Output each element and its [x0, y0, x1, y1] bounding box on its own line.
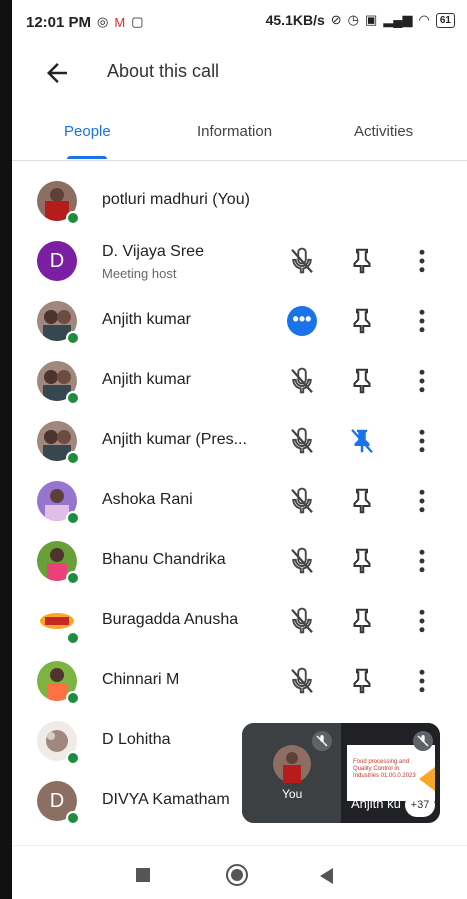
- participant-name: Chinnari M: [102, 671, 180, 688]
- wifi-icon: ◠: [418, 12, 430, 27]
- avatar: D: [37, 241, 77, 281]
- speaking-indicator-icon[interactable]: •••: [287, 306, 317, 336]
- avatar-initial: D: [49, 250, 65, 272]
- participant-row[interactable]: Anjith kumar •••: [12, 292, 467, 352]
- participant-name: DIVYA Kamatham: [102, 791, 230, 808]
- page-title: About this call: [107, 61, 220, 81]
- mic-off-icon[interactable]: [287, 666, 317, 696]
- participant-name: Bhanu Chandrika: [102, 551, 226, 568]
- participant-name: Buragadda Anusha: [102, 611, 239, 628]
- participant-row[interactable]: D D. Vijaya Sree Meeting host: [12, 232, 467, 292]
- system-back-button[interactable]: [320, 868, 333, 884]
- participant-name: potluri madhuri (You): [102, 191, 250, 208]
- online-indicator: [66, 691, 80, 705]
- pip-presentation-tile: Food processing and Quality Control in I…: [341, 723, 440, 823]
- mic-off-icon[interactable]: [287, 606, 317, 636]
- online-indicator: [66, 631, 80, 645]
- pip-self-tile: You: [242, 723, 341, 823]
- pip-you-label: You: [282, 787, 303, 801]
- pin-icon[interactable]: [347, 666, 377, 696]
- screen: 12:01 PM ◎ M ▢ 45.1KB/s ⊘ ◷ ▣ ▂▄▆ ◠ 61 A…: [12, 0, 467, 899]
- battery-icon: 61: [435, 12, 455, 28]
- mic-off-icon: [413, 731, 433, 751]
- more-options-icon[interactable]: [407, 426, 437, 456]
- participant-name: Anjith kumar (Pres...: [102, 431, 247, 448]
- active-tab-indicator: [67, 156, 107, 159]
- mute-status-icon: ⊘: [330, 12, 342, 27]
- pin-icon[interactable]: [347, 306, 377, 336]
- tab-activities[interactable]: Activities: [354, 123, 413, 140]
- camera-icon: ▢: [131, 14, 144, 29]
- pin-icon[interactable]: [347, 606, 377, 636]
- back-arrow-icon[interactable]: [42, 58, 72, 88]
- more-options-icon[interactable]: [407, 366, 437, 396]
- status-time: 12:01 PM: [26, 13, 92, 31]
- participant-row[interactable]: Chinnari M: [12, 652, 467, 712]
- participant-name: D Lohitha: [102, 731, 171, 748]
- tab-bar: People Information Activities: [12, 110, 467, 161]
- mic-off-icon[interactable]: [287, 366, 317, 396]
- tab-people[interactable]: People: [64, 123, 111, 140]
- participant-name: Anjith kumar: [102, 371, 191, 388]
- pin-icon[interactable]: [347, 546, 377, 576]
- more-options-icon[interactable]: [407, 306, 437, 336]
- signal-icon: ▂▄▆: [383, 12, 413, 27]
- online-indicator: [66, 451, 80, 465]
- volte-icon: ▣: [365, 12, 378, 27]
- participant-name: Anjith kumar: [102, 311, 191, 328]
- more-options-icon[interactable]: [407, 246, 437, 276]
- more-options-icon[interactable]: [407, 606, 437, 636]
- more-options-icon[interactable]: [407, 546, 437, 576]
- participant-name: Ashoka Rani: [102, 491, 193, 508]
- system-nav-bar: [12, 845, 467, 899]
- participant-row[interactable]: Anjith kumar (Pres...: [12, 412, 467, 472]
- online-indicator: [66, 811, 80, 825]
- mic-off-icon[interactable]: [287, 486, 317, 516]
- participant-row[interactable]: Ashoka Rani: [12, 472, 467, 532]
- online-indicator: [66, 331, 80, 345]
- home-button[interactable]: [226, 864, 248, 886]
- participant-row[interactable]: potluri madhuri (You): [12, 172, 467, 232]
- slide-text: Food processing and Quality Control in I…: [353, 759, 416, 779]
- recents-button[interactable]: [136, 868, 150, 882]
- online-indicator: [66, 571, 80, 585]
- online-indicator: [66, 391, 80, 405]
- more-options-icon[interactable]: [407, 666, 437, 696]
- participant-role: Meeting host: [102, 266, 177, 281]
- pin-icon[interactable]: [347, 486, 377, 516]
- status-bar: 12:01 PM ◎ M ▢ 45.1KB/s ⊘ ◷ ▣ ▂▄▆ ◠ 61: [12, 0, 467, 44]
- tab-information[interactable]: Information: [197, 123, 272, 140]
- network-speed: 45.1KB/s: [265, 12, 325, 28]
- pip-presenter-label: Anjith ku: [351, 796, 401, 811]
- pin-icon[interactable]: [347, 246, 377, 276]
- mic-off-icon[interactable]: [287, 546, 317, 576]
- mic-off-icon: [312, 731, 332, 751]
- online-indicator: [66, 211, 80, 225]
- slide-decoration: [419, 767, 435, 791]
- more-participants-badge: +37: [405, 793, 435, 817]
- online-indicator: [66, 751, 80, 765]
- more-options-icon[interactable]: [407, 486, 437, 516]
- pip-window[interactable]: You Food processing and Quality Control …: [242, 723, 440, 823]
- participant-name: D. Vijaya Sree: [102, 243, 204, 260]
- gmail-icon: M: [114, 14, 126, 30]
- mic-off-icon[interactable]: [287, 426, 317, 456]
- participant-row[interactable]: Buragadda Anusha: [12, 592, 467, 652]
- mic-off-icon[interactable]: [287, 246, 317, 276]
- whatsapp-icon: ◎: [97, 14, 109, 29]
- pinned-icon[interactable]: [347, 426, 377, 456]
- self-avatar: [273, 745, 311, 783]
- pin-icon[interactable]: [347, 366, 377, 396]
- alarm-icon: ◷: [347, 12, 360, 27]
- app-bar: About this call: [12, 44, 467, 102]
- avatar-initial: D: [49, 790, 65, 812]
- participant-row[interactable]: Anjith kumar: [12, 352, 467, 412]
- participant-row[interactable]: Bhanu Chandrika: [12, 532, 467, 592]
- online-indicator: [66, 511, 80, 525]
